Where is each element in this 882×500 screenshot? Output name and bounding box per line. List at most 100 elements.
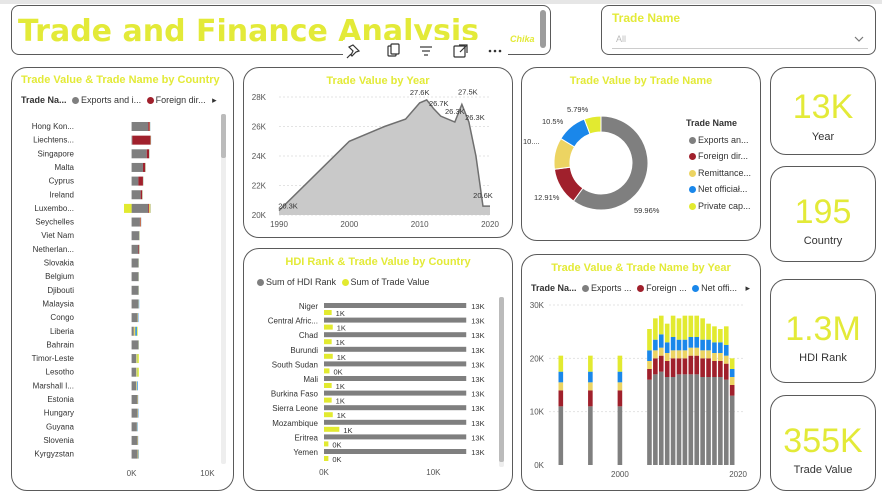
bar-segment [131, 285, 139, 295]
category-label: Guyana [46, 422, 75, 431]
column-segment [682, 315, 688, 340]
bar-segment [131, 367, 137, 377]
bar-segment [138, 244, 140, 254]
data-label: 26.3K [445, 107, 465, 116]
copy-icon[interactable] [387, 43, 400, 57]
category-label: Hungary [44, 409, 74, 418]
focus-mode-icon[interactable] [453, 44, 468, 58]
slicer-dropdown[interactable]: All [612, 29, 868, 49]
column-segment [647, 350, 652, 361]
category-label: Seychelles [35, 218, 74, 227]
bar-segment [148, 122, 150, 131]
data-label: 13K [471, 302, 484, 311]
data-label: 0K [332, 455, 341, 464]
hdi-bar [324, 332, 467, 338]
category-label: Mozambique [272, 419, 318, 428]
hdi-bar [324, 390, 467, 396]
category-label: South Sudan [272, 360, 318, 369]
bar-segment [131, 203, 149, 213]
kpi-card-country: 195 Country [770, 166, 876, 262]
bar-segment [132, 135, 151, 145]
column-segment [729, 369, 735, 377]
category-label: Liberia [50, 327, 75, 336]
kpi-value: 195 [794, 193, 852, 231]
bar-segment [131, 258, 139, 268]
bar-segment [136, 381, 138, 391]
column-segment [653, 374, 658, 465]
data-label: 27.5K [458, 87, 478, 96]
column-segment [712, 377, 717, 465]
column-segment [676, 318, 682, 340]
column-segment [723, 363, 729, 380]
kpi-value: 13K [792, 88, 854, 126]
column-segment [653, 350, 658, 359]
bar-segment [131, 422, 137, 432]
column-segment [700, 350, 705, 359]
column-segment [688, 355, 694, 375]
bar-segment [131, 149, 147, 159]
column-segment [706, 323, 711, 340]
bar-segment [131, 326, 134, 336]
category-label: Niger [299, 302, 318, 311]
column-segment [588, 371, 593, 383]
column-segment [558, 371, 564, 383]
trade-value-bar [324, 397, 332, 403]
bar-segment [131, 231, 140, 241]
trade-name-slicer[interactable]: Trade Name All [601, 5, 876, 55]
category-label: Kyrgyzstan [34, 450, 74, 459]
category-label: Luxembo... [34, 204, 74, 213]
hdi-bar-chart[interactable]: Niger 13K 1K Central Afric... 13K 1K Chad 13K 1K… [244, 249, 513, 491]
trade-value-bar [324, 368, 330, 374]
data-label: 27.6K [410, 88, 430, 97]
top-divider [0, 0, 882, 4]
legend-item: Exports an... [686, 132, 751, 149]
bar-segment [131, 299, 139, 309]
column-segment [723, 345, 729, 356]
bar-segment [146, 149, 150, 159]
scrollbar[interactable] [540, 10, 546, 48]
column-segment [723, 379, 729, 465]
column-segment [682, 358, 688, 375]
category-label: Central Afric... [268, 317, 318, 326]
column-segment [558, 355, 564, 372]
bar-segment [131, 354, 137, 364]
filter-icon[interactable] [420, 46, 432, 56]
bar-segment [131, 449, 138, 459]
hdi-bar [324, 405, 467, 411]
year-area-chart[interactable]: 20K 22K 24K 26K 28K 1990 2000 2010 2020 20.3K 27.6… [244, 68, 513, 238]
bar-segment [131, 135, 133, 145]
column-segment [682, 339, 688, 351]
column-segment [729, 358, 735, 369]
column-segment [676, 358, 682, 375]
bar-segment [142, 162, 146, 172]
legend-item: Foreign dir... [686, 148, 751, 165]
bar-segment [140, 190, 143, 200]
column-segment [664, 342, 670, 353]
data-label: 1K [337, 411, 346, 420]
year-stacked-chart[interactable]: 0K 10K 20K 30K 2000 2020 [522, 255, 761, 491]
data-label: 10.... [523, 137, 540, 146]
column-segment [682, 374, 688, 465]
donut-legend: Trade Name Exports an... Foreign dir... … [686, 115, 751, 214]
category-label: Slovakia [44, 259, 75, 268]
kpi-card-year: 13K Year [770, 67, 876, 155]
bar-segment [131, 176, 139, 186]
column-segment [647, 361, 652, 369]
bar-segment [148, 203, 150, 213]
pin-icon[interactable] [346, 44, 361, 59]
bar-segment [133, 326, 136, 336]
column-segment [718, 342, 723, 353]
legend-label: Net officiał... [698, 184, 748, 194]
bar-segment [131, 408, 138, 418]
column-segment [653, 318, 658, 340]
column-segment [617, 406, 623, 465]
bar-segment [138, 176, 143, 186]
category-label: Malaysia [42, 299, 74, 308]
category-label: Viet Nam [41, 231, 74, 240]
y-tick-label: 26K [252, 123, 267, 132]
category-label: Yemen [293, 448, 318, 457]
column-segment [664, 323, 670, 343]
more-options-icon[interactable] [488, 49, 502, 53]
country-bar-chart[interactable]: Hong Kon... Liechtens... Singapore Malta Cyp… [12, 68, 234, 491]
category-label: Djibouti [47, 286, 74, 295]
